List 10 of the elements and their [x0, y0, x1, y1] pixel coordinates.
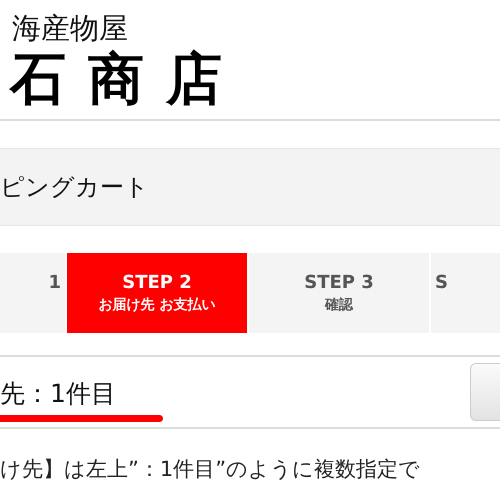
note-text: け先】は左上”：1件目”のように複数指定で	[0, 457, 420, 481]
side-button[interactable]	[470, 363, 500, 421]
destination-label: 先：1件目	[0, 378, 116, 410]
page-title: ピングカート	[0, 172, 149, 203]
step-tab[interactable]: STEP 3 確認	[249, 253, 429, 333]
step-tab[interactable]: S	[431, 253, 500, 333]
shop-logo: 石商店	[8, 46, 244, 112]
step-tab[interactable]: 1	[0, 253, 65, 333]
step-tab[interactable]: STEP 2 お届け先 お支払い	[67, 253, 247, 333]
shop-tagline: 海産物屋	[11, 10, 128, 46]
